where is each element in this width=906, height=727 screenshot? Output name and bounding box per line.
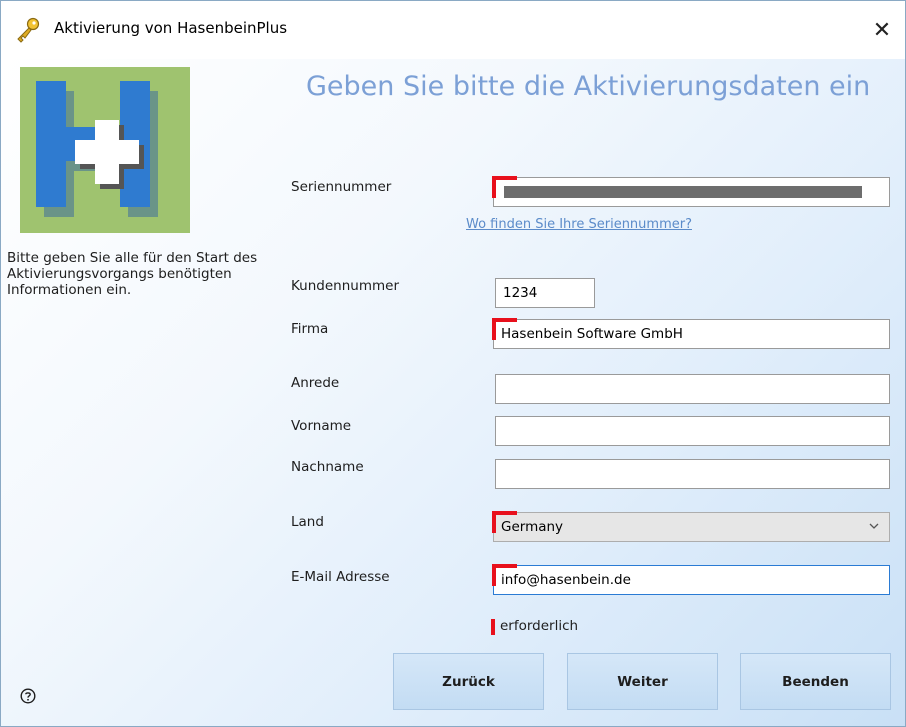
close-button[interactable]: ✕ <box>859 1 905 59</box>
logo-graphic <box>36 81 158 217</box>
email-label: E-Mail Adresse <box>291 569 390 585</box>
salutation-field[interactable] <box>495 374 890 404</box>
hasenbeinplus-logo <box>20 67 190 233</box>
page-heading: Geben Sie bitte die Aktivierungsdaten ei… <box>306 71 871 102</box>
chevron-down-icon <box>869 523 879 529</box>
serial-redaction <box>504 186 862 198</box>
country-selected-value: Germany <box>501 519 564 535</box>
last-name-field[interactable] <box>495 459 890 489</box>
salutation-label: Anrede <box>291 375 340 391</box>
customer-number-label: Kundennummer <box>291 278 399 294</box>
serial-help-link[interactable]: Wo finden Sie Ihre Seriennummer? <box>466 217 692 232</box>
next-button[interactable]: Weiter <box>567 653 718 710</box>
close-icon: ✕ <box>872 17 892 43</box>
title-bar: Aktivierung von HasenbeinPlus ✕ <box>1 1 905 59</box>
email-field[interactable]: info@hasenbein.de <box>492 564 890 595</box>
required-legend: erforderlich <box>500 618 579 634</box>
activation-dialog: Aktivierung von HasenbeinPlus ✕ Bitte ge… <box>0 0 906 727</box>
intro-text: Bitte geben Sie alle für den Start des A… <box>7 250 258 298</box>
back-button[interactable]: Zurück <box>393 653 544 710</box>
company-field[interactable]: Hasenbein Software GmbH <box>492 318 890 349</box>
serial-field[interactable] <box>492 176 890 207</box>
last-name-label: Nachname <box>291 459 364 475</box>
country-select[interactable]: Germany <box>492 511 890 542</box>
customer-number-field[interactable]: 1234 <box>495 278 595 308</box>
required-marker <box>491 619 495 635</box>
key-icon <box>17 17 40 43</box>
help-icon[interactable] <box>20 688 36 704</box>
window-title: Aktivierung von HasenbeinPlus <box>54 19 288 37</box>
quit-button[interactable]: Beenden <box>740 653 891 710</box>
country-label: Land <box>291 514 324 530</box>
first-name-field[interactable] <box>495 416 890 446</box>
first-name-label: Vorname <box>291 418 352 434</box>
serial-label: Seriennummer <box>291 179 392 195</box>
dialog-body: Bitte geben Sie alle für den Start des A… <box>1 59 905 726</box>
company-label: Firma <box>291 321 329 337</box>
